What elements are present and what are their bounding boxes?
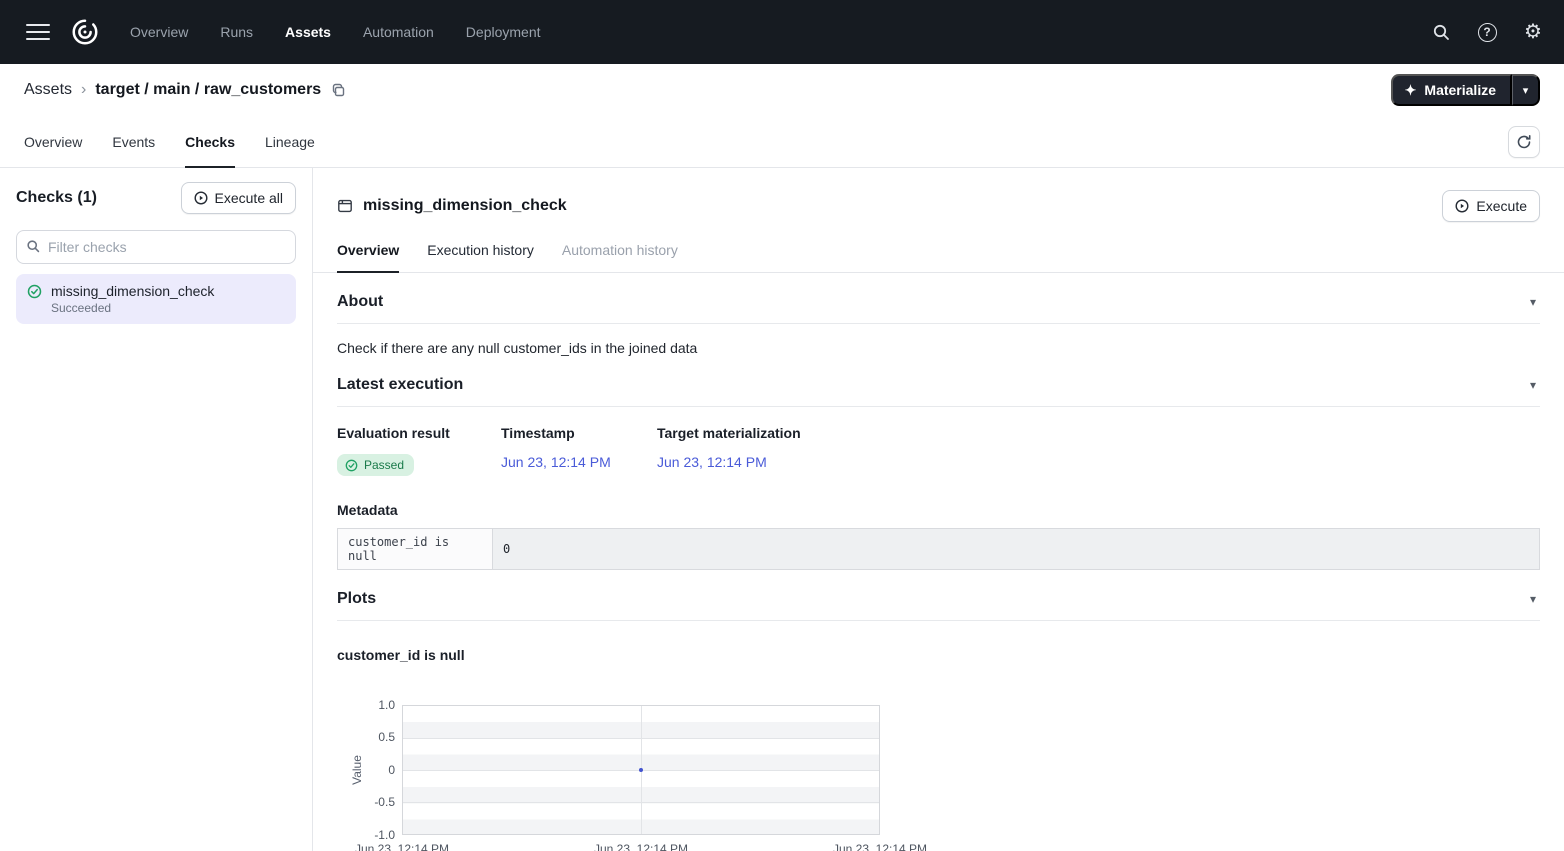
latest-execution-summary: Evaluation result Passed Timestamp Jun 2… xyxy=(337,425,1540,476)
top-nav: Overview Runs Assets Automation Deployme… xyxy=(0,0,1564,64)
dagster-logo[interactable] xyxy=(66,13,104,51)
search-icon[interactable] xyxy=(1430,21,1452,43)
col-timestamp: Timestamp xyxy=(501,425,657,441)
table-row: customer_id is null 0 xyxy=(338,529,1540,570)
target-materialization-link[interactable]: Jun 23, 12:14 PM xyxy=(657,454,801,470)
collapse-caret-icon[interactable]: ▾ xyxy=(1526,378,1540,392)
breadcrumb-assets-link[interactable]: Assets xyxy=(24,81,72,99)
plots-heading: Plots xyxy=(337,590,376,608)
refresh-button[interactable] xyxy=(1508,126,1540,158)
hamburger-menu-icon[interactable] xyxy=(26,20,50,44)
y-tick: -1.0 xyxy=(355,827,395,843)
metadata-key: customer_id is null xyxy=(338,529,493,570)
x-tick: Jun 23, 12:14 PM xyxy=(594,842,688,851)
breadcrumb-asset-path: target / main / raw_customers xyxy=(95,81,321,99)
checks-panel-title: Checks (1) xyxy=(16,189,97,207)
metadata-value: 0 xyxy=(493,529,1540,570)
detail-tab-overview[interactable]: Overview xyxy=(337,232,399,273)
about-description: Check if there are any null customer_ids… xyxy=(337,340,1540,356)
nav-item-deployment[interactable]: Deployment xyxy=(466,24,541,40)
check-detail-tabs: Overview Execution history Automation hi… xyxy=(313,232,1564,273)
settings-gear-icon[interactable]: ⚙ xyxy=(1522,21,1544,43)
data-point[interactable] xyxy=(639,768,643,772)
execute-button[interactable]: Execute xyxy=(1442,190,1540,222)
execute-label: Execute xyxy=(1476,198,1527,214)
col-target-materialization: Target materialization xyxy=(657,425,801,441)
copy-icon[interactable] xyxy=(331,83,346,98)
metadata-section: Metadata customer_id is null 0 xyxy=(337,502,1540,570)
col-evaluation-result: Evaluation result xyxy=(337,425,501,441)
tab-events[interactable]: Events xyxy=(112,134,155,168)
content-area: Checks (1) Execute all missing xyxy=(0,168,1564,851)
detail-tab-execution-history[interactable]: Execution history xyxy=(427,232,534,273)
check-item-name: missing_dimension_check xyxy=(51,283,285,299)
latest-execution-heading: Latest execution xyxy=(337,376,463,394)
nav-item-assets[interactable]: Assets xyxy=(285,24,331,40)
y-tick: -0.5 xyxy=(355,794,395,810)
breadcrumb-row: Assets › target / main / raw_customers ✦… xyxy=(0,64,1564,116)
plots-section-header: Plots ▾ xyxy=(337,570,1540,621)
checks-sidebar: Checks (1) Execute all missing xyxy=(0,168,313,851)
value-chart: Value 1.0 0.5 0 -0.5 -1.0 Jun 23, 12:14 … xyxy=(337,697,957,851)
check-detail-title: missing_dimension_check xyxy=(363,197,567,215)
tab-checks[interactable]: Checks xyxy=(185,134,235,168)
materialize-dropdown-button[interactable]: ▾ xyxy=(1512,74,1540,106)
play-circle-icon xyxy=(1455,199,1469,213)
materialize-split-button: ✦ Materialize ▾ xyxy=(1391,74,1540,106)
collapse-caret-icon[interactable]: ▾ xyxy=(1526,592,1540,606)
nav-item-overview[interactable]: Overview xyxy=(130,24,188,40)
passed-label: Passed xyxy=(364,458,404,472)
check-item-status: Succeeded xyxy=(51,301,285,315)
search-icon xyxy=(26,239,40,253)
asset-check-icon xyxy=(337,198,353,214)
nav-item-automation[interactable]: Automation xyxy=(363,24,434,40)
filter-checks-input[interactable] xyxy=(16,230,296,264)
materialize-button[interactable]: ✦ Materialize xyxy=(1391,74,1512,106)
plot-title: customer_id is null xyxy=(337,647,1540,663)
filter-checks-field xyxy=(16,230,296,264)
passed-status-badge: Passed xyxy=(337,454,414,476)
x-tick: Jun 23, 12:14 PM xyxy=(355,842,449,851)
primary-nav: Overview Runs Assets Automation Deployme… xyxy=(130,24,541,40)
asset-tabs-row: Overview Events Checks Lineage xyxy=(0,116,1564,168)
tab-overview[interactable]: Overview xyxy=(24,134,82,168)
latest-execution-section-header: Latest execution ▾ xyxy=(337,356,1540,407)
y-tick: 0.5 xyxy=(355,729,395,745)
check-success-icon xyxy=(27,283,51,299)
about-section-header: About ▾ xyxy=(337,273,1540,324)
about-heading: About xyxy=(337,293,383,311)
chevron-right-icon: › xyxy=(81,81,86,99)
timestamp-link[interactable]: Jun 23, 12:14 PM xyxy=(501,454,657,470)
check-list-item[interactable]: missing_dimension_check Succeeded xyxy=(16,274,296,324)
help-icon[interactable]: ? xyxy=(1476,21,1498,43)
execute-all-label: Execute all xyxy=(215,190,283,206)
tab-lineage[interactable]: Lineage xyxy=(265,134,315,168)
metadata-heading: Metadata xyxy=(337,502,1540,518)
execute-all-button[interactable]: Execute all xyxy=(181,182,296,214)
metadata-table: customer_id is null 0 xyxy=(337,528,1540,570)
detail-tab-automation-history[interactable]: Automation history xyxy=(562,232,678,273)
materialize-label: Materialize xyxy=(1424,82,1496,98)
question-mark-glyph: ? xyxy=(1478,23,1497,42)
caret-down-icon: ▾ xyxy=(1523,84,1529,97)
x-tick: Jun 23, 12:14 PM xyxy=(833,842,927,851)
play-circle-icon xyxy=(194,191,208,205)
check-circle-icon xyxy=(345,459,358,472)
nav-right-icons: ? ⚙ xyxy=(1430,21,1544,43)
collapse-caret-icon[interactable]: ▾ xyxy=(1526,295,1540,309)
check-detail-panel: missing_dimension_check Execute Overview… xyxy=(313,168,1564,851)
y-tick: 1.0 xyxy=(355,697,395,713)
sparkle-icon: ✦ xyxy=(1405,82,1417,99)
plot-area xyxy=(402,705,880,835)
nav-item-runs[interactable]: Runs xyxy=(220,24,253,40)
y-tick: 0 xyxy=(355,762,395,778)
